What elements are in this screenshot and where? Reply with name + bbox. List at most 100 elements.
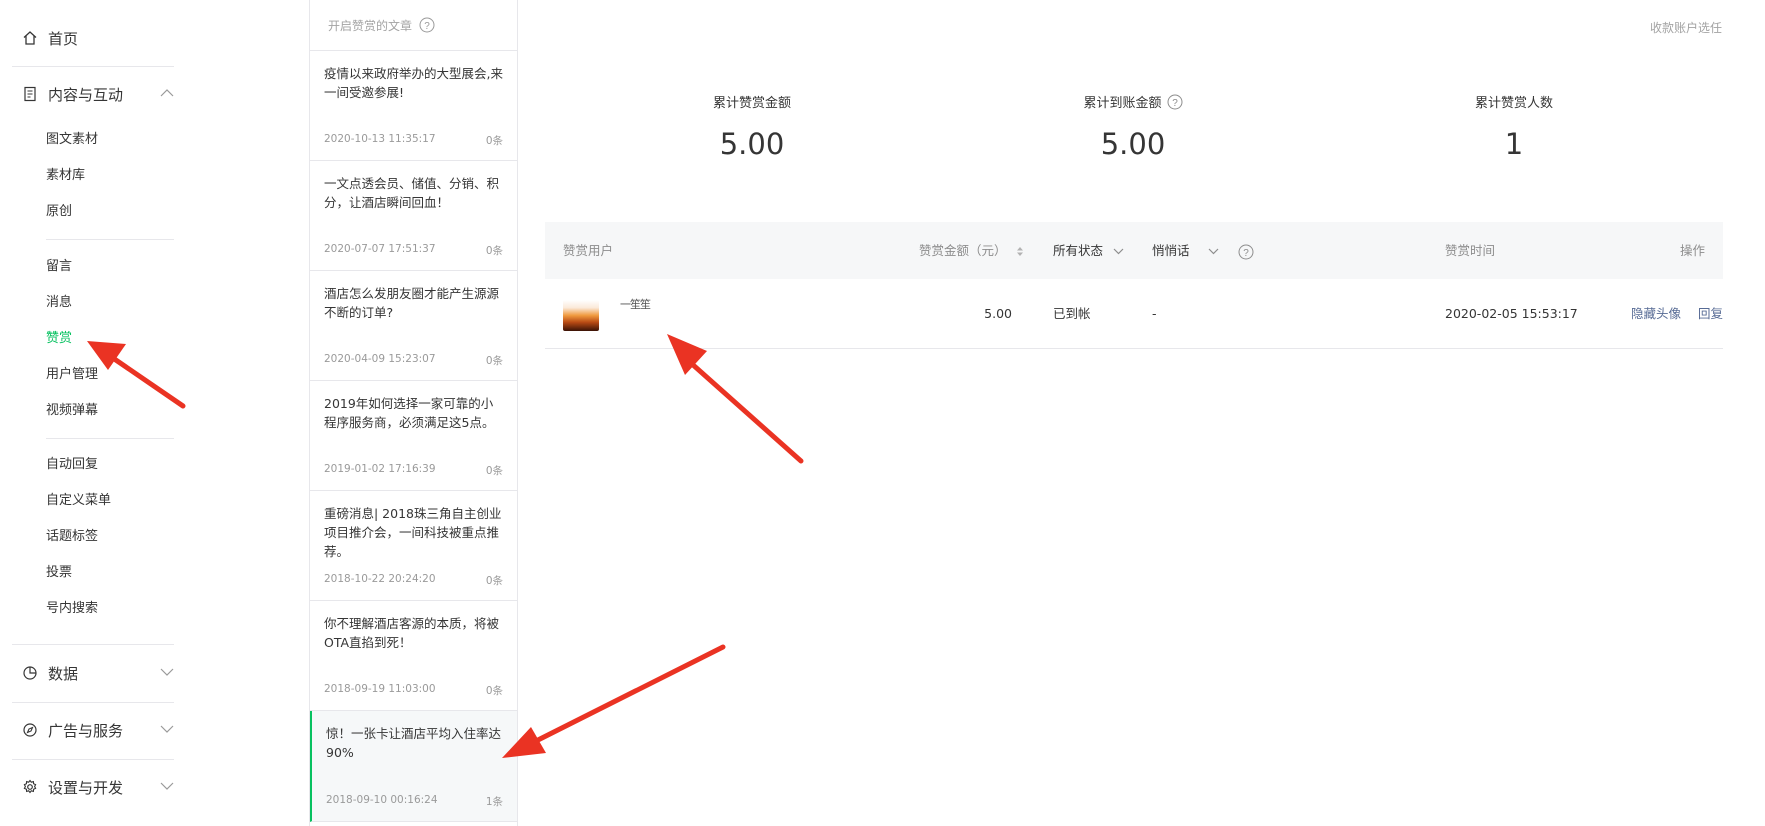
article-reward-count: 0条 [485,355,503,367]
reward-time: 2020-02-05 15:53:17 [1445,306,1578,321]
help-icon[interactable]: ? [419,17,435,33]
article-item[interactable]: 疫情以来政府举办的大型展会,来一间受邀参展! 2020-10-13 11:35:… [310,51,517,161]
nav-group-settings[interactable]: 设置与开发 [22,772,174,802]
article-date: 2019-01-02 17:16:39 [324,463,436,475]
stat-value: 5.00 [719,127,785,161]
chevron-down-icon [1208,248,1218,255]
compass-icon [23,723,37,737]
sidebar-item-comments[interactable]: 留言 [46,257,72,277]
col-header-action: 操作 [1679,243,1705,258]
svg-text:?: ? [424,21,430,32]
nav-group-data[interactable]: 数据 [22,658,174,688]
article-title: 你不理解酒店客源的本质，将被OTA直掐到死！ [324,616,500,650]
avatar [563,300,599,331]
article-title: 重磅消息| 2018珠三角自主创业项目推介会，一间科技被重点推荐。 [324,506,502,559]
reward-amount: 5.00 [984,306,1012,321]
article-title: 疫情以来政府举办的大型展会,来一间受邀参展! [324,66,503,100]
sidebar-nav: 首页 内容与互动 图文素材 素材库 原创 留言 消息 赞赏 用户管理 视频弹幕 … [0,0,310,826]
nav-divider [46,239,174,240]
nav-group-content[interactable]: 内容与互动 [22,79,174,109]
article-date: 2020-07-07 17:51:37 [324,243,436,255]
reply-link[interactable]: 回复 [1698,279,1723,349]
reward-message: - [1152,306,1157,321]
status-filter-dropdown[interactable]: 所有状态 [1053,222,1124,279]
sidebar-item-users[interactable]: 用户管理 [46,365,98,385]
article-date: 2018-09-19 11:03:00 [324,683,436,695]
gear-icon [23,779,37,794]
article-title: 2019年如何选择一家可靠的小程序服务商，必须满足这5点。 [324,396,495,430]
stat-label: 累计赞赏人数 [1474,96,1553,111]
pie-chart-icon [23,666,37,680]
sidebar-item-search[interactable]: 号内搜索 [46,599,98,619]
nav-divider [12,66,174,67]
article-date: 2020-04-09 15:23:07 [324,353,436,365]
nav-group-ads-label: 广告与服务 [48,721,124,740]
sidebar-item-auto-reply[interactable]: 自动回复 [46,455,98,475]
article-item[interactable]: 重磅消息| 2018珠三角自主创业项目推介会，一间科技被重点推荐。 2018-1… [310,491,517,601]
article-reward-count: 0条 [485,575,503,587]
nav-group-data-label: 数据 [48,664,79,683]
sidebar-item-original[interactable]: 原创 [46,202,72,222]
message-filter-dropdown[interactable]: 悄悄话 ? [1152,222,1254,279]
col-header-amount-label: 赞赏金额（元） [919,243,1007,258]
home-icon [23,31,37,45]
table-row: 一笙笙 5.00 已到帐 - 2020-02-05 15:53:17 隐藏头像 … [545,279,1723,349]
status-filter-label: 所有状态 [1053,243,1104,258]
article-reward-count: 0条 [485,465,503,477]
article-item[interactable]: 你不理解酒店客源的本质，将被OTA直掐到死！ 2018-09-19 11:03:… [310,601,517,711]
article-title: 惊！一张卡让酒店平均入住率达90% [326,726,502,760]
nav-divider [12,702,174,703]
article-reward-count: 0条 [485,245,503,257]
sidebar-item-custom-menu[interactable]: 自定义菜单 [46,491,111,511]
stat-total-reward: 累计赞赏金额 5.00 [652,92,852,161]
nav-divider [46,438,174,439]
sidebar-item-library[interactable]: 素材库 [46,166,85,186]
article-date: 2018-09-10 00:16:24 [326,794,438,806]
help-icon[interactable]: ? [1238,244,1254,260]
hide-avatar-link[interactable]: 隐藏头像 [1631,279,1681,349]
article-item[interactable]: 酒店怎么发朋友圈才能产生源源不断的订单? 2020-04-09 15:23:07… [310,271,517,381]
sidebar-item-articles[interactable]: 图文素材 [46,130,98,150]
sidebar-item-messages[interactable]: 消息 [46,293,72,313]
reward-status: 已到帐 [1053,306,1091,321]
sort-icon[interactable] [1016,246,1023,257]
article-title: 酒店怎么发朋友圈才能产生源源不断的订单? [324,286,500,320]
document-icon [24,86,36,102]
message-filter-label: 悄悄话 [1152,243,1190,258]
nav-divider [12,759,174,760]
nav-home[interactable]: 首页 [22,24,78,52]
sidebar-item-vote[interactable]: 投票 [46,563,72,583]
article-list-header: 开启赞赏的文章 ? [310,0,517,51]
stat-value: 1 [1504,127,1524,161]
article-date: 2020-10-13 11:35:17 [324,133,436,145]
payee-account-link[interactable]: 收款账户选任 [1650,19,1722,36]
chevron-up-icon [160,89,174,97]
stat-value: 5.00 [1100,127,1166,161]
article-date: 2018-10-22 20:24:20 [324,573,436,585]
sidebar-item-topic-tags[interactable]: 话题标签 [46,527,98,547]
reward-detail-panel: 收款账户选任 累计赞赏金额 5.00 累计到账金额 ? 5.00 累计赞赏人数 … [519,0,1765,826]
nav-divider [12,644,174,645]
nav-group-ads[interactable]: 广告与服务 [22,715,174,745]
col-header-time: 赞赏时间 [1445,243,1496,258]
chevron-down-icon [1113,248,1124,255]
article-reward-count: 0条 [485,135,503,147]
help-icon[interactable]: ? [1167,94,1183,110]
nav-home-label: 首页 [48,29,79,48]
article-reward-count: 1条 [485,796,503,808]
article-item[interactable]: 一文点透会员、储值、分销、积分，让酒店瞬间回血！ 2020-07-07 17:5… [310,161,517,271]
article-title: 一文点透会员、储值、分销、积分，让酒店瞬间回血！ [324,176,500,210]
col-header-amount[interactable]: 赞赏金额（元） [919,222,1023,279]
svg-text:?: ? [1244,247,1250,258]
chevron-down-icon [160,668,174,676]
svg-text:?: ? [1172,97,1178,108]
nav-group-content-label: 内容与互动 [48,85,124,104]
article-item[interactable]: 2019年如何选择一家可靠的小程序服务商，必须满足这5点。 2019-01-02… [310,381,517,491]
sidebar-item-danmaku[interactable]: 视频弹幕 [46,401,98,421]
stat-label: 累计到账金额 [1083,96,1162,111]
stat-total-received: 累计到账金额 ? 5.00 [1033,92,1233,161]
reward-article-list: 开启赞赏的文章 ? 疫情以来政府举办的大型展会,来一间受邀参展! 2020-10… [309,0,518,826]
sidebar-item-reward[interactable]: 赞赏 [46,329,72,349]
reward-table-header: 赞赏用户 赞赏金额（元） 所有状态 悄悄话 ? 赞赏时间 操作 [545,222,1723,279]
article-item-selected[interactable]: 惊！一张卡让酒店平均入住率达90% 2018-09-10 00:16:24 1条 [310,711,517,822]
